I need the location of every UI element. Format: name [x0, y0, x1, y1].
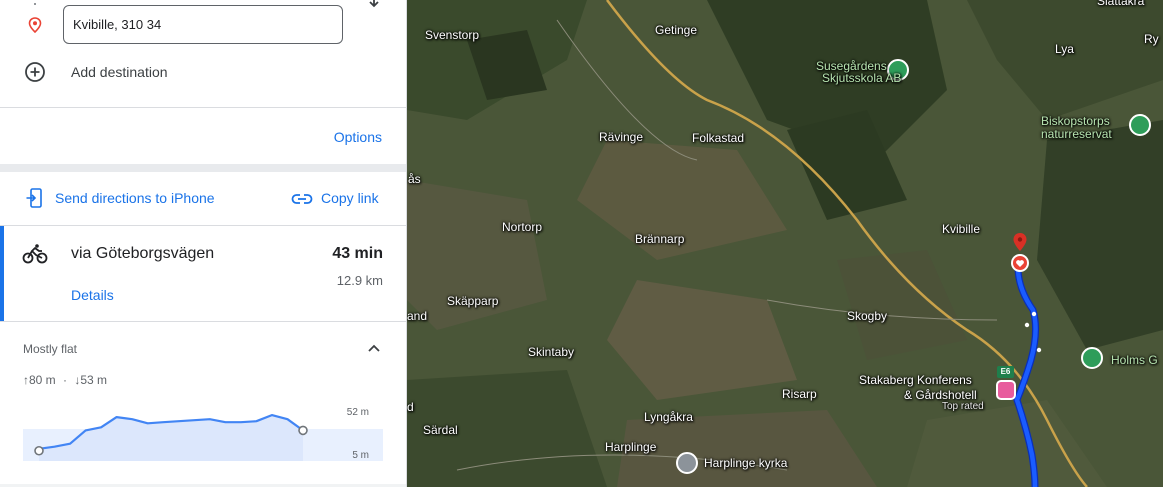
place-label[interactable]: Lya — [1055, 42, 1074, 56]
place-label[interactable]: Brännarp — [635, 232, 684, 246]
poi-label[interactable]: Biskopstorps — [1041, 114, 1110, 128]
nature-reserve-icon[interactable] — [1129, 114, 1151, 136]
place-label[interactable]: Risarp — [782, 387, 817, 401]
church-icon[interactable] — [676, 452, 698, 474]
elevation-min-label: 5 m — [352, 450, 369, 461]
elevation-profile-chart: 52 m 5 m — [23, 407, 383, 461]
elevation-end-point — [298, 425, 308, 436]
elevation-summary: Mostly flat — [23, 342, 78, 356]
route-distance: 12.9 km — [336, 273, 383, 288]
poi-label[interactable]: Skjutsskola AB — [822, 71, 901, 85]
send-to-phone-icon — [26, 188, 42, 208]
hotel-icon[interactable] — [996, 380, 1016, 400]
elevation-ascent: 80 m — [29, 373, 56, 387]
place-label[interactable]: Rävinge — [599, 130, 643, 144]
place-label[interactable]: d — [407, 400, 414, 414]
route-option-card[interactable]: via Göteborgsvägen 43 min 12.9 km Detail… — [0, 226, 406, 321]
place-label[interactable]: Särdal — [423, 423, 458, 437]
elevation-start-point — [34, 445, 44, 456]
swap-arrow-icon[interactable] — [367, 0, 381, 10]
chevron-up-icon[interactable] — [367, 343, 381, 353]
satellite-map[interactable]: E6 Svenstorp Getinge Susegårdens Skjutss… — [407, 0, 1163, 487]
add-destination-icon[interactable] — [24, 61, 46, 83]
options-button[interactable]: Options — [334, 129, 382, 145]
poi-rating-label: Top rated — [942, 401, 984, 412]
send-directions-button[interactable]: Send directions to iPhone — [55, 190, 215, 206]
place-label[interactable]: Folkastad — [692, 131, 744, 145]
place-label[interactable]: and — [407, 309, 427, 323]
poi-label[interactable]: & Gårdshotell — [904, 388, 977, 402]
route-details-button[interactable]: Details — [71, 287, 114, 303]
place-label[interactable]: Kvibille — [942, 222, 980, 236]
destination-marker-icon[interactable] — [1007, 233, 1033, 273]
elevation-max-label: 52 m — [347, 407, 369, 418]
place-label[interactable]: Skäpparp — [447, 294, 498, 308]
place-label[interactable]: ås — [408, 172, 421, 186]
section-divider — [0, 164, 406, 172]
e6-road-badge: E6 — [997, 366, 1014, 378]
directions-panel: Kvibille, 310 34 Add destination Options… — [0, 0, 407, 487]
place-label[interactable]: Skogby — [847, 309, 887, 323]
elevation-stats: ↑80 m · ↓53 m — [23, 373, 107, 387]
place-label[interactable]: Harplinge — [605, 440, 656, 454]
route-duration: 43 min — [332, 245, 383, 262]
link-icon — [291, 194, 313, 204]
destination-input[interactable]: Kvibille, 310 34 — [63, 5, 343, 44]
selected-route-indicator — [0, 226, 4, 321]
poi-label[interactable]: naturreservat — [1041, 127, 1112, 141]
elevation-descent: 53 m — [80, 373, 108, 387]
copy-link-button[interactable]: Copy link — [321, 190, 379, 206]
poi-label[interactable]: Stakaberg Konferens — [859, 373, 972, 387]
divider — [0, 321, 406, 322]
place-label[interactable]: Slättakra — [1097, 0, 1144, 8]
place-label[interactable]: Svenstorp — [425, 28, 479, 42]
route-path[interactable] — [407, 0, 1163, 487]
destination-pin-icon — [28, 17, 42, 33]
bicycle-icon — [22, 244, 48, 264]
add-destination-button[interactable]: Add destination — [71, 64, 168, 80]
route-dots-icon — [34, 0, 36, 10]
separator-dot: · — [63, 373, 68, 387]
poi-label[interactable]: Holms G — [1111, 353, 1158, 367]
poi-label[interactable]: Harplinge kyrka — [704, 456, 787, 470]
place-label[interactable]: Nortorp — [502, 220, 542, 234]
place-label[interactable]: Skintaby — [528, 345, 574, 359]
place-label[interactable]: Lyngåkra — [644, 410, 693, 424]
golf-icon[interactable] — [1081, 347, 1103, 369]
place-label[interactable]: Getinge — [655, 23, 697, 37]
divider — [0, 107, 406, 108]
place-label[interactable]: Ry — [1144, 32, 1159, 46]
route-via-label: via Göteborgsvägen — [71, 245, 215, 262]
